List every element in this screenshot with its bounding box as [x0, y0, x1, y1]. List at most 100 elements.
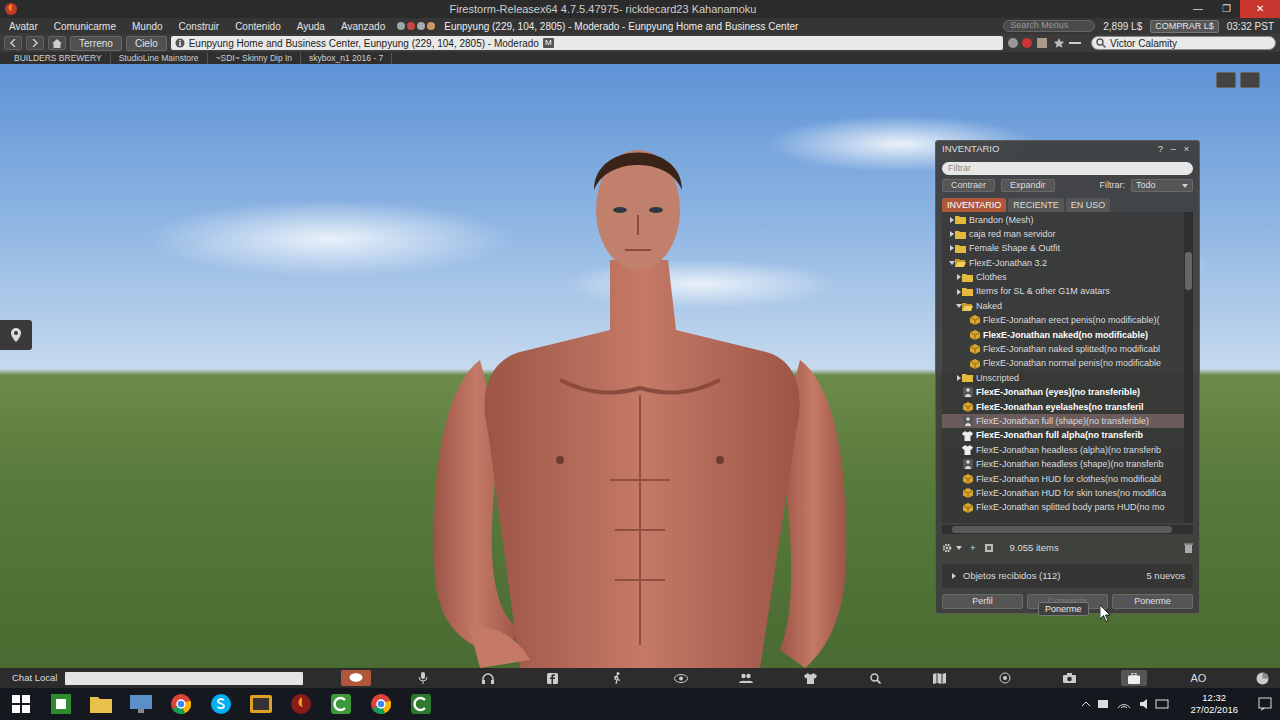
walk-button[interactable]: [604, 670, 630, 686]
window-control[interactable]: ❐: [1212, 0, 1240, 18]
inventory-window[interactable]: INVENTARIO ?–× ContraerExpandir Filtrar:…: [935, 140, 1200, 614]
inventory-item[interactable]: FlexE-Jonathan HUD for clothes(no modifi…: [942, 472, 1184, 486]
inventory-tab[interactable]: RECIENTE: [1008, 198, 1064, 212]
inventory-action-button[interactable]: Ponerme: [1112, 594, 1193, 609]
world-view[interactable]: INVENTARIO ?–× ContraerExpandir Filtrar:…: [0, 64, 1280, 668]
inventory-item[interactable]: FlexE-Jonathan erect penis(no modificabl…: [942, 313, 1184, 327]
inventory-item[interactable]: Female Shape & Outfit: [942, 241, 1184, 255]
chat-button[interactable]: [341, 670, 371, 686]
expand-arrow-icon[interactable]: [948, 259, 955, 267]
menu-search-field[interactable]: [1003, 20, 1095, 32]
menu-item[interactable]: Ayuda: [294, 19, 328, 34]
inventory-item[interactable]: FlexE-Jonathan headless (alpha)(no trans…: [942, 443, 1184, 457]
environment-button[interactable]: Terreno: [70, 36, 122, 51]
options-button[interactable]: [942, 543, 962, 553]
expand-arrow-icon[interactable]: [950, 572, 957, 580]
view-button[interactable]: [668, 670, 694, 686]
add-button[interactable]: +: [970, 541, 976, 555]
inventory-item[interactable]: FlexE-Jonathan normal penis(no modificab…: [942, 356, 1184, 370]
environment-button[interactable]: Cielo: [126, 36, 167, 51]
tree-action-button[interactable]: Contraer: [942, 179, 995, 192]
app-button[interactable]: [88, 692, 114, 716]
window-control[interactable]: —: [1184, 0, 1212, 18]
taskbar-clock[interactable]: 12:32 27/02/2016: [1184, 692, 1244, 716]
inventory-item[interactable]: FlexE-Jonathan 3.2: [942, 256, 1184, 270]
inventory-button[interactable]: [1121, 670, 1147, 686]
app-button[interactable]: [288, 692, 314, 716]
inventory-item[interactable]: Naked: [942, 299, 1184, 313]
appearance-button[interactable]: [798, 670, 824, 686]
system-tray-icon[interactable]: [1080, 697, 1170, 711]
expand-arrow-icon[interactable]: [955, 374, 962, 382]
app-button[interactable]: [368, 692, 394, 716]
inventory-action-button[interactable]: Perfil: [942, 594, 1023, 609]
inventory-window-control[interactable]: ×: [1180, 142, 1193, 156]
movement-button[interactable]: [1240, 72, 1260, 88]
inventory-item[interactable]: FlexE-Jonathan (eyes)(no transferible): [942, 385, 1184, 399]
home-button[interactable]: [48, 36, 66, 50]
app-button[interactable]: [48, 692, 74, 716]
people-button[interactable]: [733, 670, 759, 686]
new-folder-icon[interactable]: [984, 543, 994, 553]
expand-arrow-icon[interactable]: [948, 244, 955, 252]
inventory-item[interactable]: FlexE-Jonathan HUD for skin tones(no mod…: [942, 486, 1184, 500]
inventory-item[interactable]: Brandon (Mesh): [942, 213, 1184, 227]
menu-item[interactable]: Mundo: [129, 19, 166, 34]
app-button[interactable]: [248, 692, 274, 716]
app-button[interactable]: [208, 692, 234, 716]
trash-icon[interactable]: [1184, 543, 1193, 553]
inventory-item[interactable]: FlexE-Jonathan full (shape)(no transferi…: [942, 414, 1184, 428]
inventory-filter-field[interactable]: [942, 162, 1193, 175]
menu-item[interactable]: Avanzado: [338, 19, 388, 34]
inventory-tab[interactable]: INVENTARIO: [942, 198, 1006, 212]
menu-item[interactable]: Construir: [176, 19, 223, 34]
inventory-item[interactable]: FlexE-Jonathan splitted body parts HUD(n…: [942, 500, 1184, 514]
speak-button[interactable]: [475, 670, 501, 686]
vertical-scrollbar[interactable]: [1184, 212, 1193, 524]
inventory-item[interactable]: FlexE-Jonathan headless (shape)(no trans…: [942, 457, 1184, 471]
avatar-health-button[interactable]: [1250, 670, 1276, 686]
location-button[interactable]: [0, 320, 32, 350]
window-control[interactable]: ✕: [1240, 0, 1280, 18]
tree-action-button[interactable]: Expandir: [1001, 179, 1055, 192]
expand-arrow-icon[interactable]: [955, 288, 962, 296]
voice-button[interactable]: [410, 670, 436, 686]
inventory-item[interactable]: caja red man servidor: [942, 227, 1184, 241]
inventory-item[interactable]: FlexE-Jonathan naked splitted(no modific…: [942, 342, 1184, 356]
favorite-link[interactable]: skybox_n1 2016 - 7: [301, 53, 392, 64]
favorite-link[interactable]: ~SDI~ Skinny Dip In: [208, 53, 302, 64]
social-button[interactable]: [539, 670, 565, 686]
app-button[interactable]: [328, 692, 354, 716]
favorite-link[interactable]: BUILDERS BREWERY: [6, 53, 111, 64]
menu-item[interactable]: Contenido: [232, 19, 284, 34]
buy-currency-button[interactable]: COMPRAR L$: [1150, 20, 1219, 33]
expand-arrow-icon[interactable]: [955, 302, 962, 310]
inventory-item[interactable]: Clothes: [942, 270, 1184, 284]
ao-button[interactable]: AO: [1185, 670, 1211, 687]
address-field[interactable]: Eunpyung Home and Business Center, Eunpy…: [171, 36, 1003, 50]
inventory-item[interactable]: FlexE-Jonathan naked(no modificable): [942, 328, 1184, 342]
filter-dropdown[interactable]: Todo: [1131, 179, 1193, 192]
view-mode-buttons[interactable]: [1216, 72, 1260, 88]
received-items-panel[interactable]: Objetos recibidos (112) 5 nuevos: [942, 564, 1193, 588]
menu-item[interactable]: Avatar: [6, 19, 41, 34]
map-button[interactable]: [927, 670, 953, 686]
inventory-tab[interactable]: EN USO: [1066, 198, 1111, 212]
app-button[interactable]: [168, 692, 194, 716]
inventory-window-control[interactable]: –: [1167, 142, 1180, 156]
notifications-icon[interactable]: [1258, 697, 1272, 711]
expand-arrow-icon[interactable]: [948, 230, 955, 238]
scroll-thumb[interactable]: [1185, 252, 1192, 290]
favorite-link[interactable]: StudioLine Mainstore: [111, 53, 208, 64]
app-button[interactable]: [128, 692, 154, 716]
app-button[interactable]: [408, 692, 434, 716]
horizontal-scrollbar[interactable]: [942, 525, 1193, 534]
scroll-thumb[interactable]: [952, 526, 1172, 533]
expand-arrow-icon[interactable]: [955, 273, 962, 281]
chat-input[interactable]: [65, 672, 303, 685]
inventory-item[interactable]: FlexE-Jonathan full alpha(no transferib: [942, 428, 1184, 442]
forward-button[interactable]: [26, 36, 44, 50]
search-field[interactable]: [1091, 36, 1276, 50]
inventory-window-control[interactable]: ?: [1154, 142, 1167, 156]
start-button[interactable]: [8, 692, 34, 716]
